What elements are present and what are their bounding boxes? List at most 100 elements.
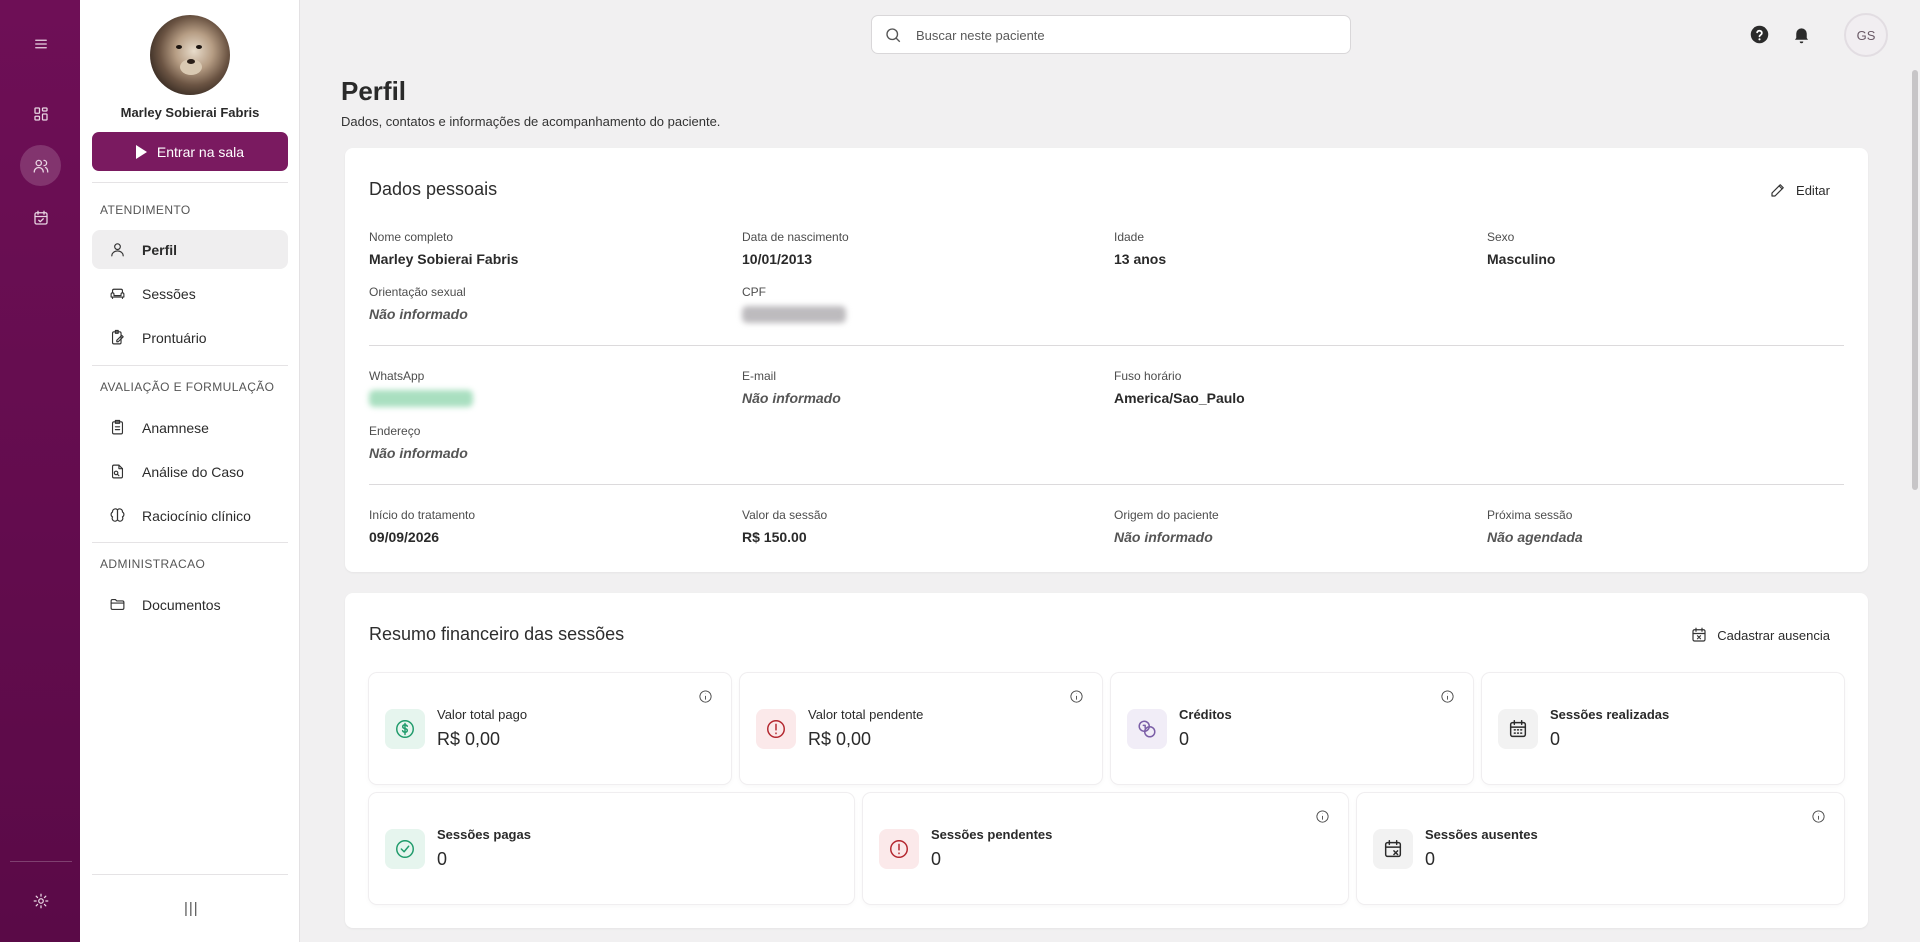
field-origem: Origem do paciente Não informado: [1114, 508, 1219, 545]
brain-icon: [109, 507, 126, 524]
field-label: Nome completo: [369, 230, 454, 244]
stat-value: R$ 0,00: [437, 729, 501, 749]
field-whatsapp: WhatsApp: [369, 369, 473, 407]
search-input[interactable]: [916, 25, 1336, 45]
field-inicio: Início do tratamento 09/09/2026: [369, 508, 475, 545]
sofa-icon: [109, 285, 126, 302]
field-label: Sexo: [1487, 230, 1515, 244]
notification-bell-icon[interactable]: [1791, 24, 1812, 45]
stat-value: 0: [1550, 729, 1561, 749]
field-label: WhatsApp: [369, 369, 425, 383]
help-icon[interactable]: [1749, 24, 1770, 45]
edit-button[interactable]: Editar: [1769, 181, 1830, 199]
edit-label: Editar: [1796, 182, 1830, 198]
stat-label: Sessões pendentes: [931, 827, 1053, 842]
stat-label: Créditos: [1179, 707, 1232, 722]
sidebar-item-anamnese[interactable]: Anamnese: [92, 408, 288, 447]
sidebar-item-label: Raciocínio clínico: [142, 507, 251, 524]
stat-value: R$ 0,00: [808, 729, 872, 749]
stat-value: 0: [437, 849, 448, 869]
field-label: Origem do paciente: [1114, 508, 1219, 522]
field-orientacao: Orientação sexual Não informado: [369, 285, 468, 322]
stat-label: Sessões ausentes: [1425, 827, 1538, 842]
field-proxima-sessao: Próxima sessão Não agendada: [1487, 508, 1583, 545]
field-label: Próxima sessão: [1487, 508, 1573, 522]
page-scrollbar[interactable]: [1912, 70, 1918, 490]
pencil-icon: [1771, 184, 1784, 197]
user-avatar[interactable]: GS: [1844, 13, 1888, 57]
register-absence-button[interactable]: Cadastrar ausencia: [1690, 626, 1830, 644]
field-label: Idade: [1114, 230, 1145, 244]
field-value: Não informado: [1114, 529, 1213, 545]
info-icon[interactable]: [1440, 689, 1455, 704]
patients-icon[interactable]: [20, 145, 61, 186]
register-absence-label: Cadastrar ausencia: [1717, 627, 1830, 643]
stat-value: 0: [1425, 849, 1436, 869]
settings-icon[interactable]: [20, 880, 61, 921]
field-label: Fuso horário: [1114, 369, 1182, 383]
field-value: Não agendada: [1487, 529, 1583, 545]
stat-value: 0: [1179, 729, 1190, 749]
field-idade: Idade 13 anos: [1114, 230, 1166, 267]
field-value: Masculino: [1487, 251, 1556, 267]
calendar-icon[interactable]: [20, 197, 61, 238]
stat-sessoes-realizadas: Sessões realizadas 0: [1482, 673, 1844, 784]
financial-summary-card: Resumo financeiro das sessões Cadastrar …: [345, 593, 1868, 928]
dollar-circle-icon: [385, 709, 425, 749]
sidebar-item-documentos[interactable]: Documentos: [92, 585, 288, 624]
personal-data-card: Dados pessoais Editar Nome completo Marl…: [345, 148, 1868, 572]
section-atendimento: ATENDIMENTO: [100, 203, 191, 217]
field-label: Data de nascimento: [742, 230, 849, 244]
stat-label: Sessões pagas: [437, 827, 531, 842]
sidebar-divider: [92, 874, 288, 875]
sidebar-item-sessoes[interactable]: Sessões: [92, 274, 288, 313]
page-subtitle: Dados, contatos e informações de acompan…: [341, 114, 721, 129]
section-administracao: ADMINISTRACAO: [100, 557, 206, 571]
field-value: 13 anos: [1114, 251, 1167, 267]
enter-room-button[interactable]: Entrar na sala: [92, 132, 288, 171]
sidebar-divider: [92, 542, 288, 543]
card-divider: [369, 484, 1844, 485]
stat-value: 0: [931, 849, 942, 869]
app-rail: [0, 0, 80, 942]
field-value: 09/09/2026: [369, 529, 440, 545]
field-label: Início do tratamento: [369, 508, 476, 522]
patient-name: Marley Sobierai Fabris: [120, 105, 260, 120]
info-icon[interactable]: [698, 689, 713, 704]
field-cpf: CPF: [742, 285, 846, 323]
redacted-value: [742, 306, 846, 323]
page-title: Perfil: [341, 76, 407, 106]
patient-avatar: [150, 15, 230, 95]
stat-label: Valor total pago: [437, 707, 528, 722]
dashboard-icon[interactable]: [20, 93, 61, 134]
field-label: Orientação sexual: [369, 285, 466, 299]
sidebar-item-raciocinio[interactable]: Raciocínio clínico: [92, 496, 288, 535]
section-avaliacao: AVALIAÇÃO E FORMULAÇÃO: [100, 380, 275, 394]
search-bar: [871, 15, 1351, 54]
field-fuso: Fuso horário America/Sao_Paulo: [1114, 369, 1245, 406]
card-title: Resumo financeiro das sessões: [369, 624, 625, 644]
coins-icon: [1127, 709, 1167, 749]
clipboard-edit-icon: [109, 329, 126, 346]
file-search-icon: [109, 463, 126, 480]
info-icon[interactable]: [1811, 809, 1826, 824]
stat-label: Valor total pendente: [808, 707, 924, 722]
info-icon[interactable]: [1069, 689, 1084, 704]
patient-sidebar: Marley Sobierai Fabris Entrar na sala AT…: [80, 0, 300, 942]
field-sexo: Sexo Masculino: [1487, 230, 1555, 267]
field-value: Não informado: [369, 306, 468, 322]
sidebar-item-prontuario[interactable]: Prontuário: [92, 318, 288, 357]
sidebar-item-label: Perfil: [142, 241, 178, 258]
field-label: Valor da sessão: [742, 508, 828, 522]
rail-divider: [10, 861, 72, 862]
field-nascimento: Data de nascimento 10/01/2013: [742, 230, 849, 267]
stat-sessoes-pagas: Sessões pagas 0: [369, 793, 854, 904]
check-circle-icon: [385, 829, 425, 869]
play-icon: [135, 144, 147, 159]
sidebar-item-perfil[interactable]: Perfil: [92, 230, 288, 269]
sidebar-item-analise[interactable]: Análise do Caso: [92, 452, 288, 491]
info-icon[interactable]: [1315, 809, 1330, 824]
sidebar-divider: [92, 182, 288, 183]
collapse-sidebar-icon[interactable]: |||: [184, 900, 199, 917]
menu-icon[interactable]: [20, 23, 61, 64]
